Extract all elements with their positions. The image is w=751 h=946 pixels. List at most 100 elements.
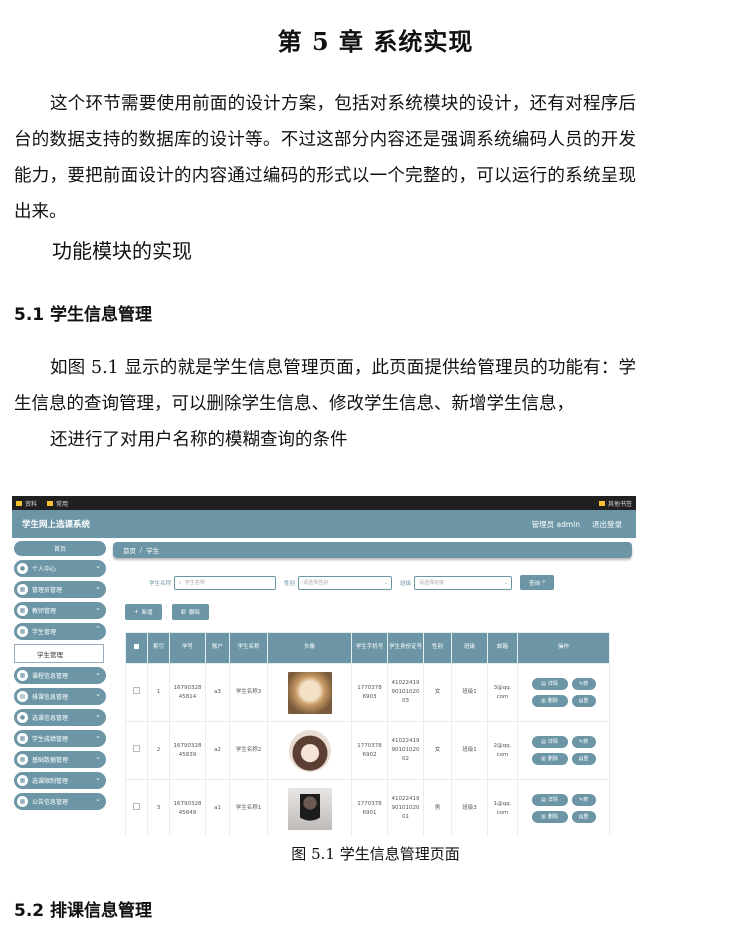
reset-button[interactable]: ▤ 重 <box>571 811 596 823</box>
edit-button[interactable]: ✎ 修 <box>571 794 596 806</box>
cell-email: 2@qq.com <box>487 721 518 780</box>
cell-avatar <box>267 663 352 722</box>
grid-icon: ▦ <box>17 670 28 681</box>
reset-button[interactable]: ▤ 重 <box>571 753 596 765</box>
row-checkbox[interactable] <box>125 721 148 780</box>
detail-button[interactable]: ▤ 详情 <box>531 678 568 690</box>
user-icon: ● <box>17 712 28 723</box>
app-title: 学生网上选课系统 <box>22 520 91 530</box>
col-header: 性别 <box>423 632 452 664</box>
section-heading-5-2: 5.2 排课信息管理 <box>14 901 153 921</box>
figure-screenshot: 资料 常用 其他书签 学生网上选课系统 管理员 admin 退出登录 首页 ● 个… <box>12 496 636 836</box>
query-button[interactable]: 查询 ⌕ <box>520 575 555 590</box>
class-select[interactable]: 请选择班级 ⌄ <box>414 575 513 590</box>
module-heading: 功能模块的实现 <box>52 239 192 263</box>
name-search-input[interactable]: ⌕ 学生名称 <box>174 575 277 590</box>
chevron-down-icon: ⌄ <box>383 579 389 586</box>
sidebar-item-selection[interactable]: ● 选课信息管理 ⌄ <box>14 709 106 726</box>
cell-phone: 17703786902 <box>351 721 388 780</box>
row-delete-button[interactable]: ▥ 删除 <box>531 753 568 765</box>
folder-icon <box>47 500 54 506</box>
row-delete-button[interactable]: ▥ 删除 <box>531 811 568 823</box>
sidebar-item-grades[interactable]: ▦ 学生成绩管理 ⌄ <box>14 730 106 747</box>
col-header: 学生手机号 <box>351 632 388 664</box>
cell-email: 1@qq.com <box>487 779 518 836</box>
select-all-checkbox[interactable] <box>125 632 148 664</box>
cell-xuehao: 1679032845839 <box>169 721 206 780</box>
app-header: 学生网上选课系统 管理员 admin 退出登录 <box>12 510 636 538</box>
gender-select[interactable]: 请选择性别 ⌄ <box>298 575 393 590</box>
section-paragraph: 如图 5.1 显示的就是学生信息管理页面，此页面提供给管理员的功能有：学生信息的… <box>14 358 636 414</box>
trash-icon: ▥ <box>541 814 546 820</box>
edit-button[interactable]: ✎ 修 <box>571 736 596 748</box>
sidebar-item-limits[interactable]: ▦ 选课限制管理 ⌄ <box>14 772 106 789</box>
bookmark-other[interactable]: 其他书签 <box>598 499 632 508</box>
chevron-down-icon: ⌄ <box>503 579 509 586</box>
cell-phone: 17703786901 <box>351 779 388 836</box>
bookmark-item[interactable]: 常用 <box>47 499 68 508</box>
detail-button[interactable]: ▤ 详情 <box>531 736 568 748</box>
cell-operations: ▤ 详情 ✎ 修 ▥ 删除 ▤ 重 <box>517 663 610 722</box>
sidebar-item-notices[interactable]: ▦ 公告信息管理 ⌄ <box>14 793 106 810</box>
gender-label: 性别 <box>284 580 296 587</box>
sidebar-item-basic-data[interactable]: ▦ 基础数据管理 ⌄ <box>14 751 106 768</box>
chevron-down-icon: ⌄ <box>95 562 101 570</box>
col-header: 学号 <box>169 632 206 664</box>
bookmark-bar: 资料 常用 其他书签 <box>12 496 636 510</box>
search-icon: ⌕ <box>179 579 182 586</box>
table-row: 2 1679032845839 a2 学生名称2 17703786902 410… <box>125 721 610 780</box>
student-table: 索引 学号 账户 学生名称 头像 学生手机号 学生身份证号 性别 班级 邮箱 操… <box>125 632 610 836</box>
sidebar-item-students[interactable]: ▦ 学生管理 ⌃ <box>14 623 106 640</box>
col-header: 学生名称 <box>229 632 268 664</box>
logout-link[interactable]: 退出登录 <box>592 519 622 530</box>
sidebar-item-teachers[interactable]: ▦ 教师管理 ⌄ <box>14 602 106 619</box>
add-button[interactable]: + 新增 <box>125 604 162 620</box>
intro-paragraph: 这个环节需要使用前面的设计方案，包括对系统模块的设计，还有对程序后台的数据支持的… <box>14 94 636 222</box>
detail-button[interactable]: ▤ 详情 <box>531 794 568 806</box>
cell-operations: ▤ 详情 ✎ 修 ▥ 删除 ▤ 重 <box>517 721 610 780</box>
sidebar-subitem-student-mgmt[interactable]: 学生管理 <box>14 644 104 663</box>
sidebar-item-admins[interactable]: ▦ 管理员管理 ⌄ <box>14 581 106 598</box>
figure-caption: 图 5.1 学生信息管理页面 <box>291 845 460 863</box>
chevron-down-icon: ⌄ <box>95 583 101 591</box>
doc-icon: ▤ <box>541 681 546 687</box>
cell-gender: 女 <box>423 663 452 722</box>
trash-icon: ▥ <box>541 698 546 704</box>
bookmark-item[interactable]: 资料 <box>16 499 37 508</box>
cell-index: 3 <box>147 779 170 836</box>
doc-icon: ▤ <box>541 797 546 803</box>
breadcrumb-home[interactable]: 首页 <box>123 545 136 555</box>
chevron-down-icon: ⌄ <box>95 732 101 740</box>
cell-gender: 男 <box>423 779 452 836</box>
row-checkbox[interactable] <box>125 779 148 836</box>
trash-icon: ▥ <box>180 609 186 615</box>
chevron-down-icon: ⌄ <box>95 795 101 803</box>
delete-button[interactable]: ▥ 删除 <box>171 604 209 620</box>
cell-gender: 女 <box>423 721 452 780</box>
grid-icon: ▦ <box>17 605 28 616</box>
cell-idcard: 410224199010102003 <box>387 663 424 722</box>
chevron-down-icon: ⌄ <box>95 604 101 612</box>
col-header: 索引 <box>147 632 170 664</box>
cell-avatar <box>267 721 352 780</box>
edit-button[interactable]: ✎ 修 <box>571 678 596 690</box>
search-bar: 学生名称 ⌕ 学生名称 性别 请选择性别 ⌄ 班级 请选择班级 ⌄ 查询 ⌕ <box>149 575 555 590</box>
cell-name: 学生名称1 <box>229 779 268 836</box>
sidebar-item-schedule[interactable]: ▤ 排课信息管理 ⌄ <box>14 688 106 705</box>
cell-index: 2 <box>147 721 170 780</box>
row-checkbox[interactable] <box>125 663 148 722</box>
table-row: 3 1679032845849 a1 学生名称1 17703786901 410… <box>125 779 610 836</box>
sidebar-item-personal[interactable]: ● 个人中心 ⌄ <box>14 560 106 577</box>
row-delete-button[interactable]: ▥ 删除 <box>531 695 568 707</box>
reset-button[interactable]: ▤ 重 <box>571 695 596 707</box>
action-row: + 新增 ▥ 删除 <box>125 604 209 620</box>
doc-icon: ▤ <box>541 739 546 745</box>
col-header: 账户 <box>205 632 230 664</box>
section-heading: 5.1 学生信息管理 <box>14 305 153 325</box>
sidebar-home[interactable]: 首页 <box>14 541 106 556</box>
chevron-down-icon: ⌄ <box>95 669 101 677</box>
cell-class: 班级3 <box>451 779 488 836</box>
cell-name: 学生名称3 <box>229 663 268 722</box>
sidebar-item-courses[interactable]: ▦ 课程信息管理 ⌄ <box>14 667 106 684</box>
grid-icon: ▦ <box>17 775 28 786</box>
